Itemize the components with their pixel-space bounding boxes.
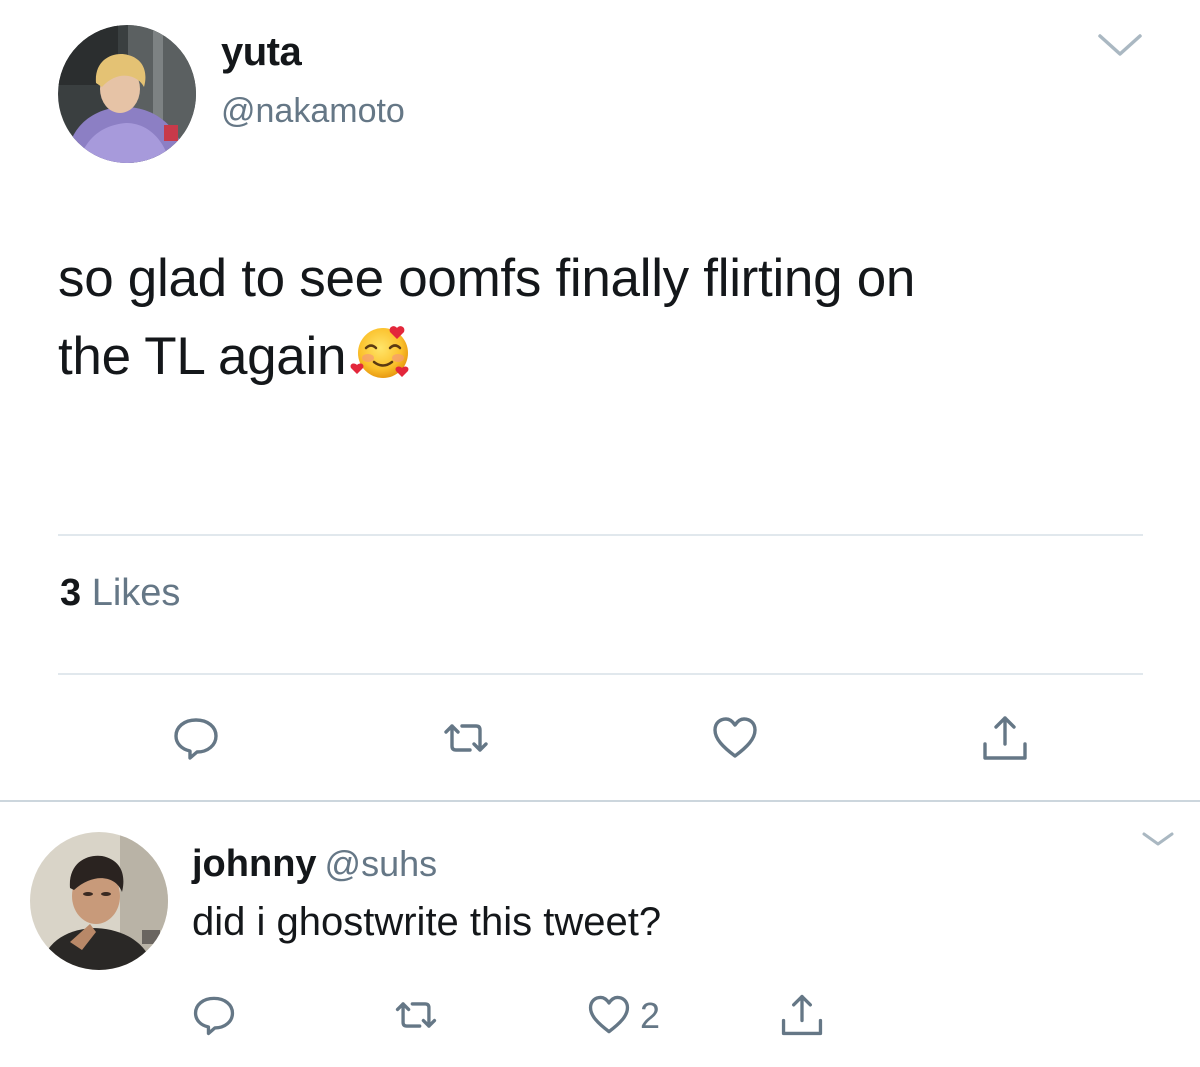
- share-icon: [983, 716, 1027, 760]
- avatar-johnny[interactable]: [30, 832, 168, 970]
- heart-icon: [588, 995, 630, 1034]
- reply-icon: [193, 996, 235, 1036]
- reply-display-name[interactable]: johnny: [192, 843, 317, 885]
- reply-handle[interactable]: @suhs: [325, 843, 438, 884]
- divider: [58, 534, 1143, 536]
- reply-like-count: 2: [640, 995, 661, 1036]
- reply-like-button[interactable]: [585, 991, 633, 1039]
- tweet-text-line-2: the TL again: [58, 318, 1158, 396]
- chevron-down-icon[interactable]: [1096, 30, 1144, 60]
- retweet-icon: [444, 724, 488, 752]
- smiling-face-with-hearts-icon: [350, 318, 416, 384]
- share-button[interactable]: [979, 712, 1031, 764]
- avatar-yuta[interactable]: [58, 25, 196, 163]
- share-icon: [781, 994, 823, 1036]
- reply-retweet-button[interactable]: [392, 991, 440, 1039]
- reply-icon: [174, 718, 218, 760]
- reply-reply-button[interactable]: [190, 991, 238, 1039]
- heart-icon: [713, 717, 757, 758]
- likes-summary[interactable]: 3 Likes: [60, 572, 180, 615]
- reply-text: did i ghostwrite this tweet?: [192, 900, 662, 944]
- divider: [58, 673, 1143, 675]
- tweet-text-line-2-text: the TL again: [58, 327, 347, 386]
- reply-share-button[interactable]: [778, 991, 826, 1039]
- retweet-button[interactable]: [440, 712, 492, 764]
- reply-author[interactable]: johnny @suhs: [192, 843, 437, 886]
- author-handle[interactable]: @nakamoto: [221, 92, 405, 131]
- likes-label: Likes: [91, 572, 181, 614]
- likes-count: 3: [60, 572, 82, 614]
- tweet-text-line-1: so glad to see oomfs finally flirting on: [58, 249, 916, 308]
- like-button[interactable]: [709, 712, 761, 764]
- reply-button[interactable]: [170, 712, 222, 764]
- tweet-text: so glad to see oomfs finally flirting on…: [58, 240, 1158, 396]
- tweet-separator: [0, 800, 1200, 802]
- chevron-down-icon[interactable]: [1140, 828, 1176, 850]
- author-display-name[interactable]: yuta: [221, 30, 302, 75]
- retweet-icon: [395, 1002, 437, 1028]
